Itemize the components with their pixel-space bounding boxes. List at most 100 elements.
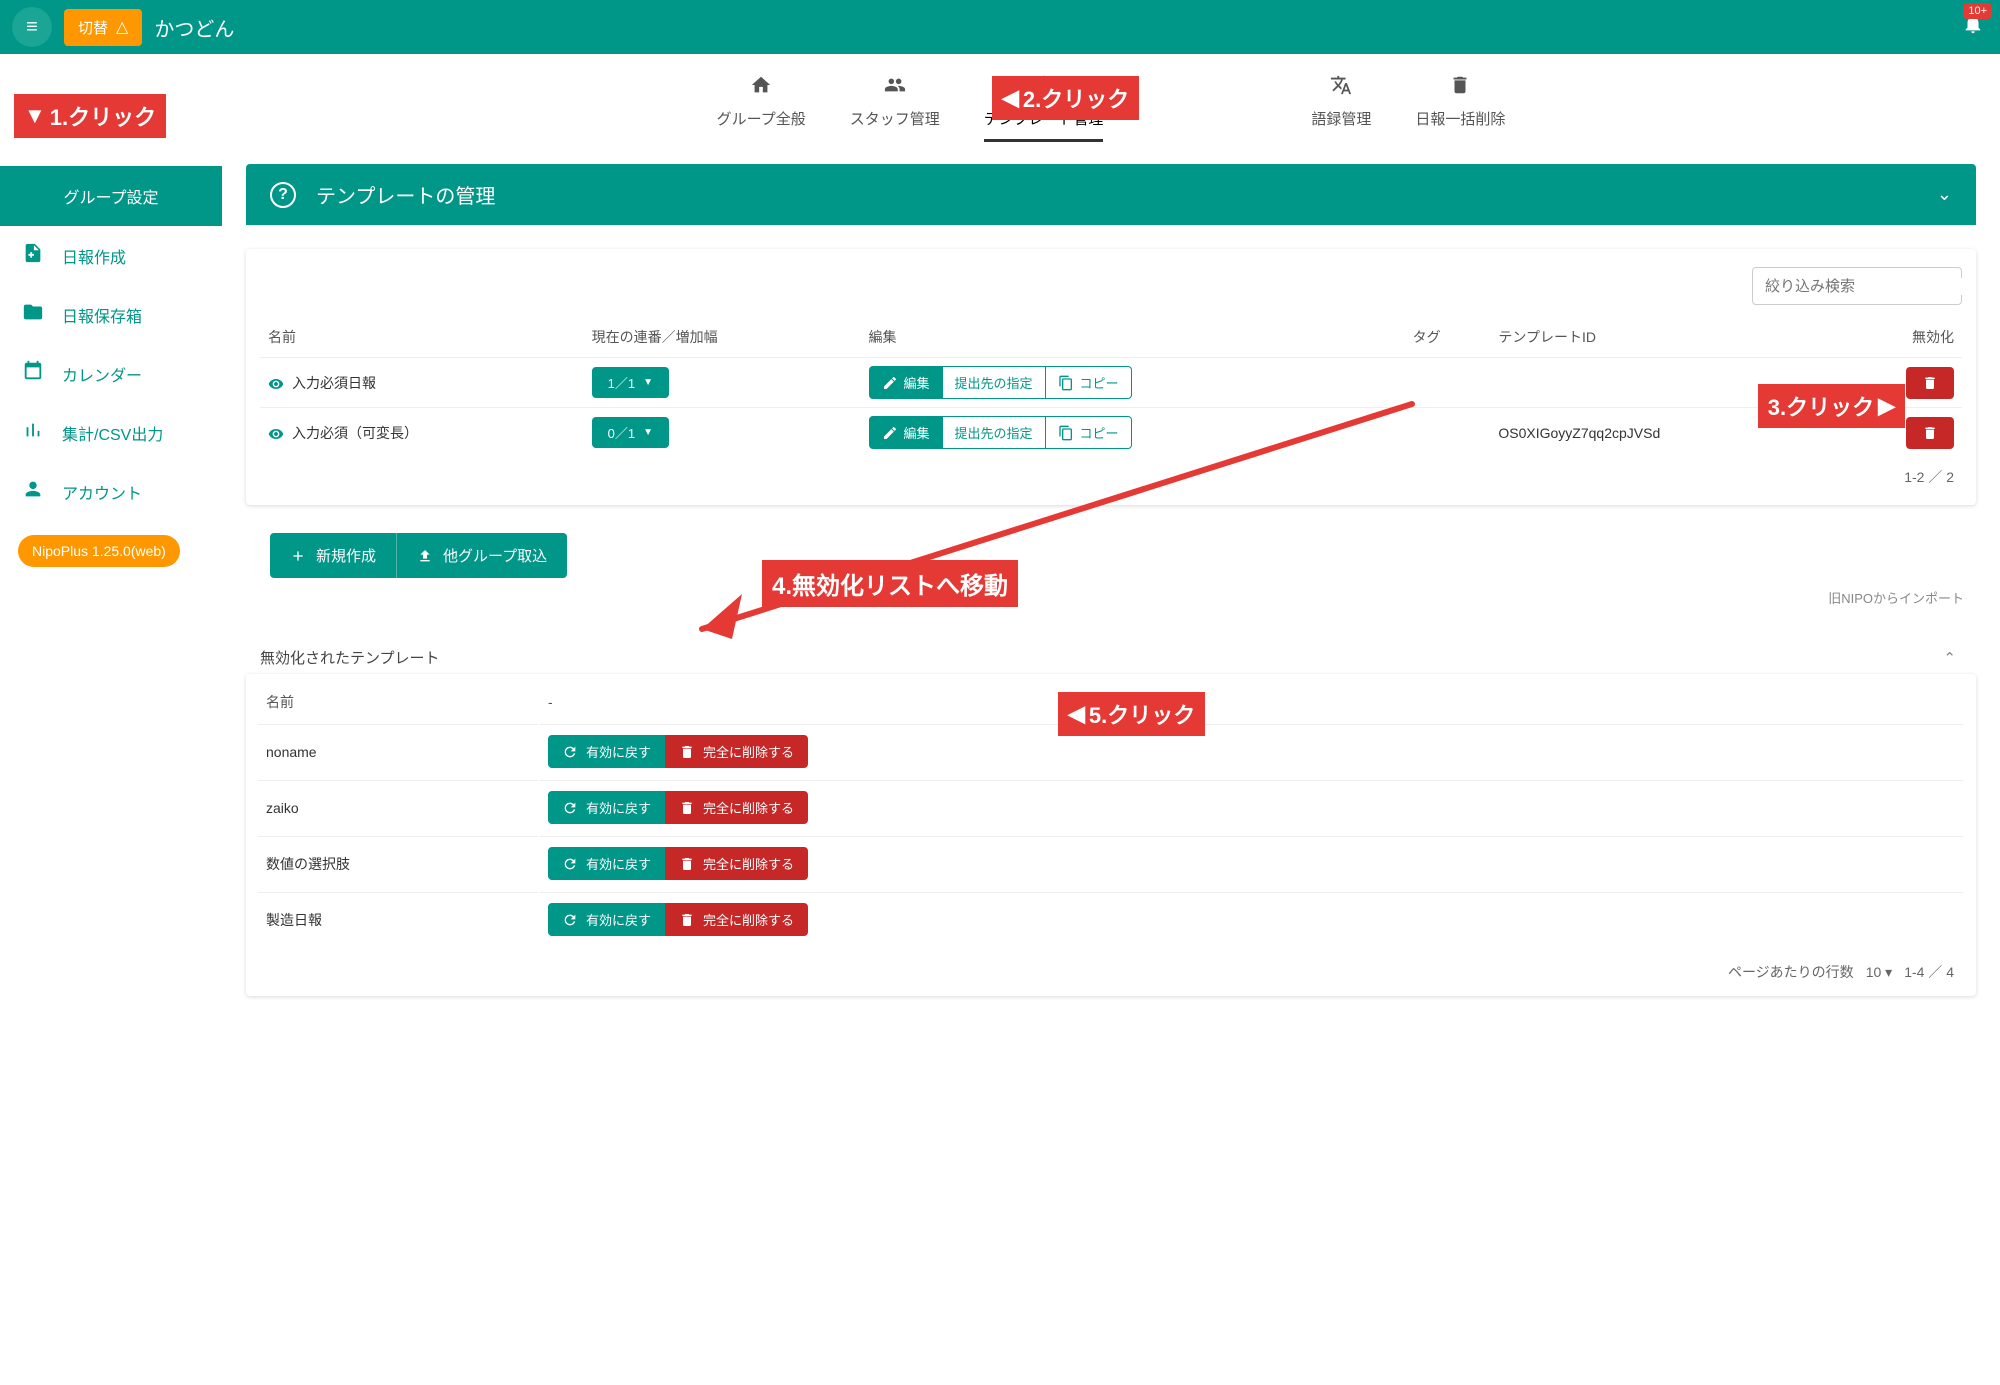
restore-button[interactable]: 有効に戻す (548, 847, 665, 880)
restore-button[interactable]: 有効に戻す (548, 791, 665, 824)
copy-icon (1058, 375, 1074, 391)
permanent-delete-button[interactable]: 完全に削除する (665, 735, 808, 768)
notification-button[interactable]: 10+ (1962, 13, 1984, 41)
th-seq: 現在の連番／増加幅 (584, 317, 861, 358)
switch-button[interactable]: 切替 △ (64, 9, 142, 46)
th-tag: タグ (1405, 317, 1491, 358)
page-size-select[interactable]: 10 ▾ (1866, 964, 1893, 981)
notification-badge: 10+ (1963, 3, 1992, 19)
annotation-2: ◀2.クリック (992, 76, 1139, 120)
chart-icon (22, 419, 44, 446)
row-name: noname (258, 724, 538, 778)
triangle-up-icon: △ (116, 17, 128, 37)
chevron-up-icon[interactable]: ⌃ (1943, 649, 1956, 667)
help-icon[interactable]: ? (270, 182, 296, 208)
tab-vocab[interactable]: 語録管理 (1311, 74, 1371, 142)
people-icon (884, 74, 906, 102)
row-tag (1405, 408, 1491, 458)
menu-button[interactable]: ≡ (12, 7, 52, 47)
copy-icon (1058, 425, 1074, 441)
version-pill[interactable]: NipoPlus 1.25.0(web) (18, 535, 180, 567)
trash-icon (1449, 74, 1471, 102)
annotation-1: ▼1.クリック (14, 94, 166, 138)
main-content: ◀2.クリック グループ全般 スタッフ管理 テンプレート管理 語録管理 日報一括… (222, 54, 2000, 1036)
tab-staff[interactable]: スタッフ管理 (850, 74, 940, 142)
th-tid: テンプレートID (1490, 317, 1837, 358)
row-name: 入力必須日報 (292, 375, 376, 391)
th-name: 名前 (260, 317, 584, 358)
edit-button[interactable]: 編集 (869, 366, 943, 399)
permanent-delete-button[interactable]: 完全に削除する (665, 847, 808, 880)
disable-button[interactable] (1906, 417, 1954, 449)
trash-icon (679, 744, 695, 760)
permanent-delete-button[interactable]: 完全に削除する (665, 791, 808, 824)
trash-icon (679, 856, 695, 872)
edit-button-group: 編集 提出先の指定 コピー (869, 366, 1132, 399)
folder-icon (22, 301, 44, 328)
th2-dash: - (540, 682, 1964, 722)
sidebar-item-group-settings[interactable]: グループ設定 (0, 166, 222, 226)
sidebar-item-csv[interactable]: 集計/CSV出力 (0, 403, 222, 462)
panel-header[interactable]: ? テンプレートの管理 ⌄ (246, 164, 1976, 225)
table-row: 数値の選択肢 有効に戻す完全に削除する (258, 836, 1964, 890)
switch-label: 切替 (78, 17, 108, 38)
row-name: zaiko (258, 780, 538, 834)
upload-icon (417, 548, 433, 564)
table-row: zaiko 有効に戻す完全に削除する (258, 780, 1964, 834)
seq-chip[interactable]: 0／1▼ (592, 417, 669, 448)
old-import-link[interactable]: 旧NIPOからインポート (246, 588, 1976, 607)
sidebar-item-account[interactable]: アカウント (0, 462, 222, 521)
restore-button[interactable]: 有効に戻す (548, 903, 665, 936)
copy-button[interactable]: コピー (1046, 416, 1132, 449)
new-button[interactable]: 新規作成 (270, 533, 396, 578)
pencil-icon (882, 375, 898, 391)
search-input[interactable] (1765, 278, 1964, 295)
search-box[interactable] (1752, 267, 1962, 305)
edit-button[interactable]: 編集 (869, 416, 943, 449)
th2-name: 名前 (258, 682, 538, 722)
translate-icon (1330, 74, 1352, 102)
home-icon (750, 74, 772, 102)
permanent-delete-button[interactable]: 完全に削除する (665, 903, 808, 936)
import-button[interactable]: 他グループ取込 (396, 533, 567, 578)
row-name: 数値の選択肢 (258, 836, 538, 890)
sidebar-item-report-create[interactable]: 日報作成 (0, 226, 222, 285)
disable-button[interactable] (1906, 367, 1954, 399)
dest-button[interactable]: 提出先の指定 (943, 366, 1046, 399)
pencil-icon (882, 425, 898, 441)
dest-button[interactable]: 提出先の指定 (943, 416, 1046, 449)
th-disable: 無効化 (1837, 317, 1962, 358)
tab-bulk-delete[interactable]: 日報一括削除 (1415, 74, 1505, 142)
copy-button[interactable]: コピー (1046, 366, 1132, 399)
pager-1: 1-2 ／ 2 (260, 457, 1962, 487)
brand-name: かつどん (154, 13, 234, 42)
plus-icon (290, 548, 306, 564)
tab-group-general[interactable]: グループ全般 (717, 74, 806, 142)
row-tag (1405, 358, 1491, 408)
annotation-4: 4.無効化リストへ移動 (762, 560, 1018, 607)
sidebar-item-calendar[interactable]: カレンダー (0, 344, 222, 403)
dropdown-icon: ▾ (1885, 964, 1892, 980)
trash-icon (679, 800, 695, 816)
annotation-5: ◀5.クリック (1058, 692, 1205, 736)
seq-chip[interactable]: 1／1▼ (592, 367, 669, 398)
refresh-icon (562, 800, 578, 816)
annotation-3: 3.クリック▶ (1758, 384, 1905, 428)
action-row: 新規作成 他グループ取込 (270, 533, 1976, 578)
sidebar: ▼1.クリック グループ設定 日報作成 日報保存箱 カレンダー 集計/CSV出力… (0, 54, 222, 1036)
chevron-down-icon[interactable]: ⌄ (1937, 184, 1952, 205)
table-row: 入力必須（可変長） 0／1▼ 編集 提出先の指定 コピー OS0XIGoyyZ7… (260, 408, 1962, 458)
restore-button[interactable]: 有効に戻す (548, 735, 665, 768)
trash-icon (1922, 425, 1938, 441)
th-edit: 編集 (861, 317, 1405, 358)
refresh-icon (562, 744, 578, 760)
file-plus-icon (22, 242, 44, 269)
panel-title: テンプレートの管理 (316, 180, 495, 209)
sidebar-item-report-box[interactable]: 日報保存箱 (0, 285, 222, 344)
table-row: 入力必須日報 1／1▼ 編集 提出先の指定 コピー (260, 358, 1962, 408)
row-name: 製造日報 (258, 892, 538, 946)
template-list-card: 3.クリック▶ 名前 現在の連番／増加幅 編集 タグ テンプレートID 無効化 … (246, 249, 1976, 505)
trash-icon (1922, 375, 1938, 391)
row-name: 入力必須（可変長） (292, 425, 418, 441)
edit-button-group: 編集 提出先の指定 コピー (869, 416, 1132, 449)
